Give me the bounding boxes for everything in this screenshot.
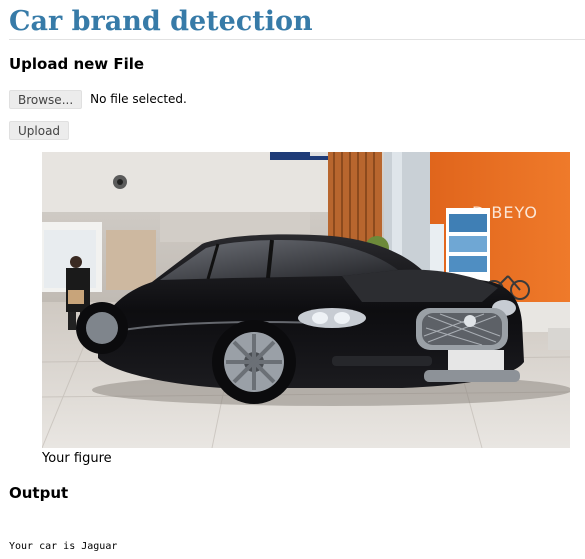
browse-button[interactable]: Browse... [9,89,83,109]
result-figure: D BEYO Your figure [42,152,570,468]
car-photo: D BEYO [42,152,570,448]
upload-button[interactable]: Upload [9,121,70,140]
file-input-row: Browse... No file selected. [9,89,187,109]
figure-caption: Your figure [42,451,112,466]
prediction-result: Your car is Jaguar [9,541,118,552]
file-status-text: No file selected. [90,91,187,106]
title-divider [9,39,585,40]
upload-heading: Upload new File [9,55,145,73]
page-title: Car brand detection [9,6,313,37]
output-heading: Output [9,484,69,502]
